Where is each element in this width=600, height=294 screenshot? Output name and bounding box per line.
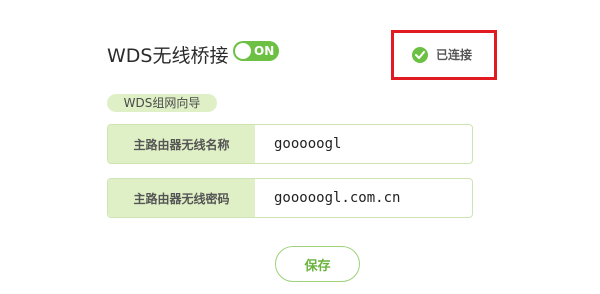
main-router-ssid-label: 主路由器无线名称 xyxy=(108,125,255,163)
wds-bridge-title: WDS无线桥接 xyxy=(107,45,229,67)
main-router-password-input[interactable]: gooooogl.com.cn xyxy=(255,179,472,217)
main-router-password-label: 主路由器无线密码 xyxy=(108,179,255,217)
connection-status: 已连接 xyxy=(412,46,472,63)
connection-status-text: 已连接 xyxy=(436,48,473,62)
toggle-label: ON xyxy=(254,44,275,58)
wds-setup-guide-label: WDS组网向导 xyxy=(107,94,217,112)
main-router-ssid-field: 主路由器无线名称 gooooogl xyxy=(107,124,473,164)
save-button[interactable]: 保存 xyxy=(275,246,360,282)
main-router-password-field: 主路由器无线密码 gooooogl.com.cn xyxy=(107,178,473,218)
check-circle-icon xyxy=(412,46,428,63)
wds-toggle[interactable]: ON xyxy=(233,41,279,61)
toggle-knob xyxy=(235,43,251,59)
connection-status-highlight: 已连接 xyxy=(391,30,497,80)
main-router-ssid-input[interactable]: gooooogl xyxy=(255,125,472,163)
